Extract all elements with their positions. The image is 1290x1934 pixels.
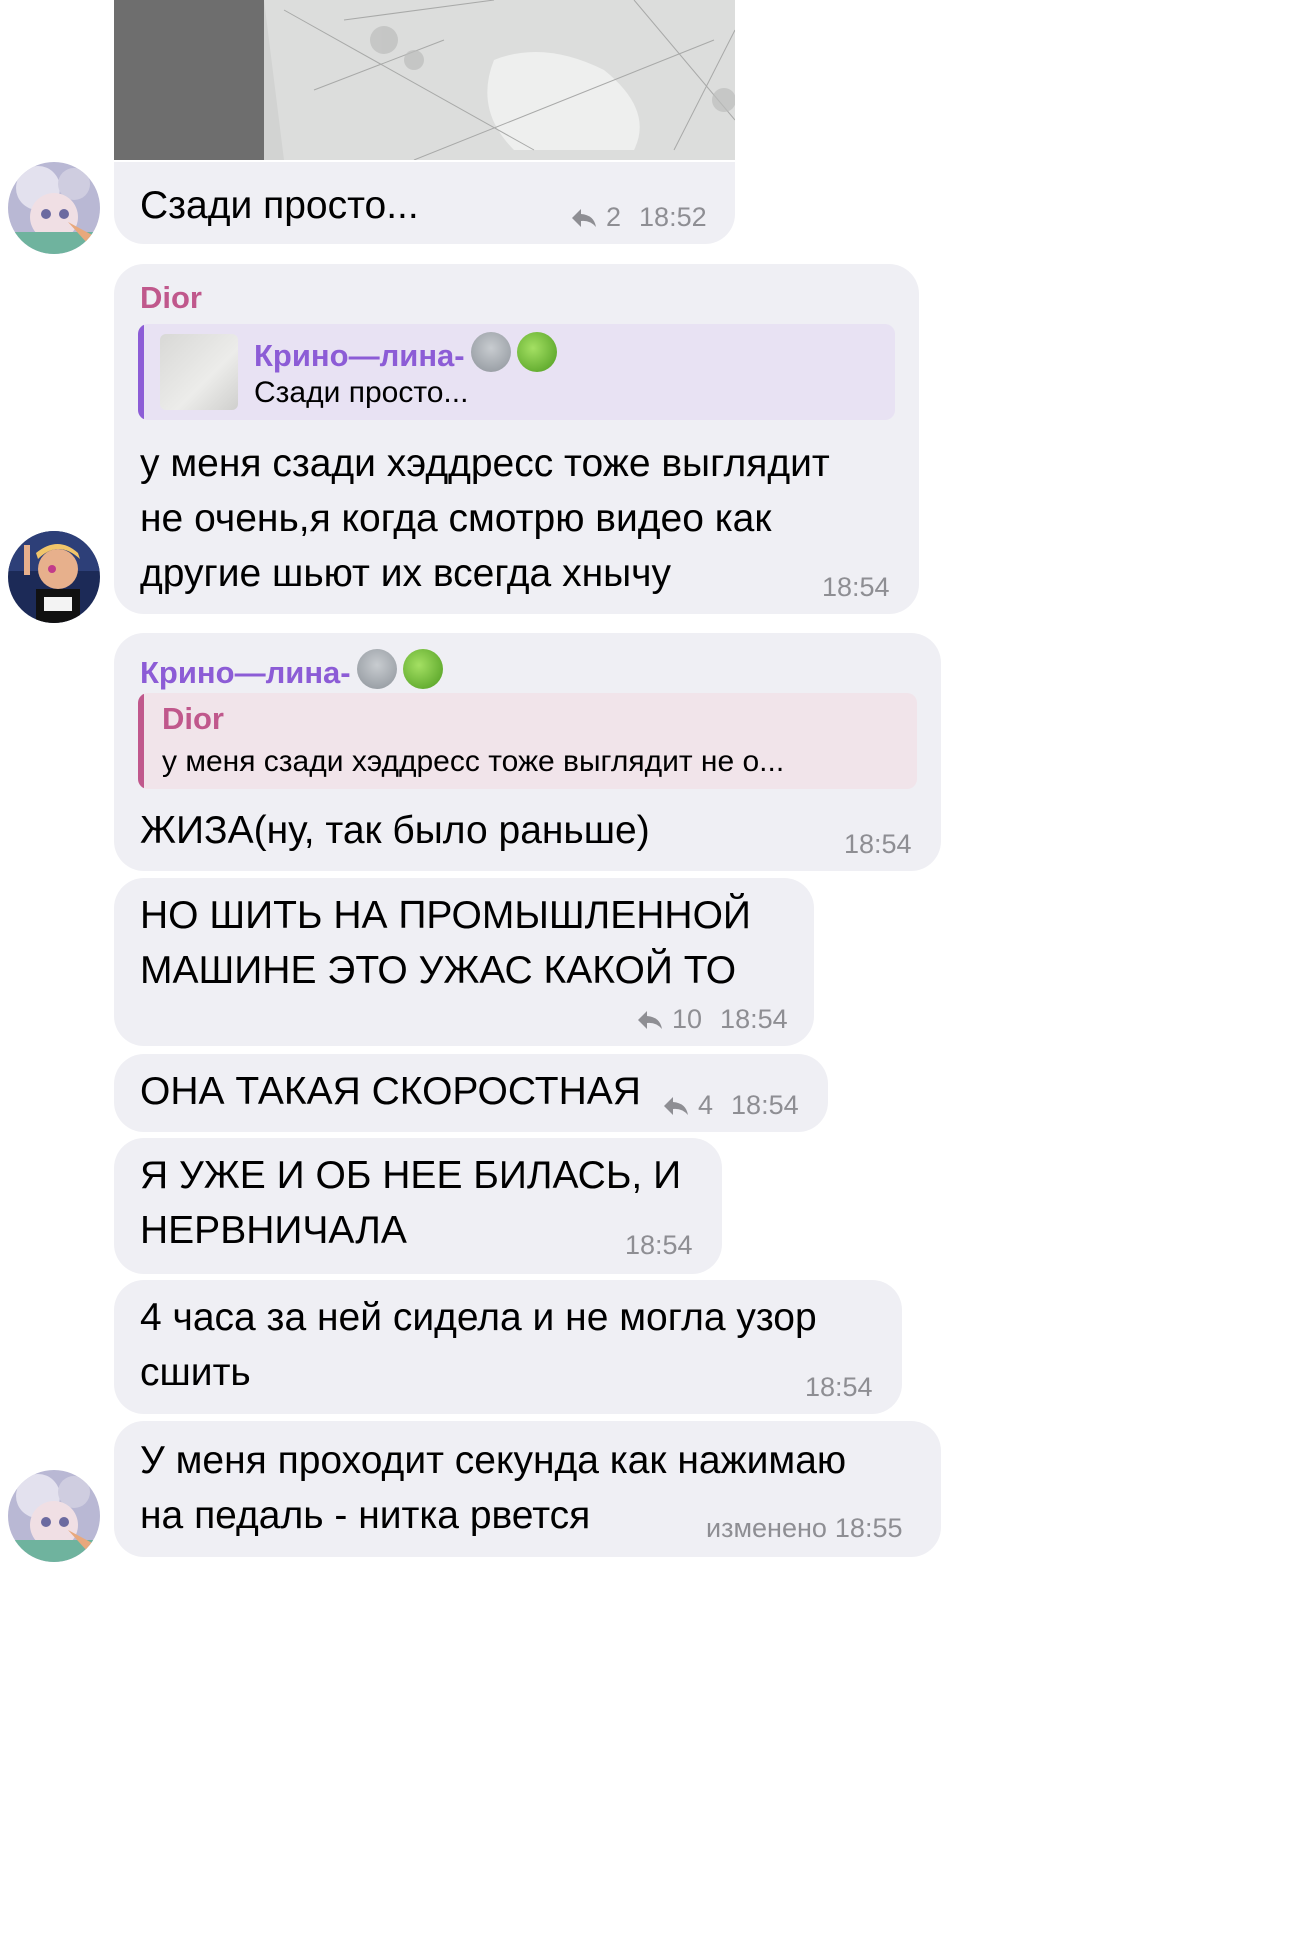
quote-sender: Dior — [162, 701, 224, 736]
quote-bar — [138, 693, 144, 789]
message-text-line: на педаль - нитка рвется — [140, 1494, 591, 1537]
reply-arrow-icon — [664, 1096, 688, 1115]
message-text-line: не очень,я когда смотрю видео как — [140, 497, 772, 540]
message-bubble[interactable]: Dior Крино—лина- Сзади просто... у меня … — [114, 264, 919, 614]
avatar-anime-girl[interactable] — [8, 162, 100, 254]
message-bubble[interactable]: НО ШИТЬ НА ПРОМЫШЛЕННОЙ МАШИНЕ ЭТО УЖАС … — [114, 878, 814, 1046]
message-text-line: сшить — [140, 1351, 251, 1394]
quote-bar — [138, 324, 144, 420]
message-bubble[interactable]: ОНА ТАКАЯ СКОРОСТНАЯ 4 18:54 — [114, 1054, 828, 1132]
reply-count[interactable]: 2 — [606, 202, 621, 233]
message-time: 18:52 — [639, 202, 707, 232]
quote-text: у меня сзади хэддресс тоже выглядит не о… — [162, 745, 785, 778]
sender-name[interactable]: Крино—лина- — [140, 649, 443, 691]
reply-count[interactable]: 10 — [672, 1004, 702, 1035]
reply-arrow-icon — [638, 1010, 662, 1029]
message-time: 18:54 — [822, 572, 890, 602]
photo-attachment[interactable] — [114, 0, 735, 160]
message-text-line: НО ШИТЬ НА ПРОМЫШЛЕННОЙ — [140, 894, 751, 937]
message-text-line: другие шьют их всегда хнычу — [140, 552, 671, 595]
message-bubble[interactable]: У меня проходит секунда как нажимаю на п… — [114, 1421, 941, 1557]
alien-emoji-icon — [356, 649, 397, 689]
quote-thumbnail — [160, 334, 238, 410]
avatar-dior[interactable] — [8, 531, 100, 623]
message-meta: 18:54 — [625, 1230, 693, 1261]
reply-quote[interactable]: Крино—лина- Сзади просто... — [138, 324, 895, 420]
message-text-line: Я УЖЕ И ОБ НЕЕ БИЛАСЬ, И — [140, 1154, 682, 1197]
green-apple-emoji-icon — [402, 649, 443, 689]
message-time: 18:54 — [844, 829, 912, 859]
message-time: 18:54 — [805, 1372, 873, 1402]
message-text-line: 4 часа за ней сидела и не могла узор — [140, 1296, 817, 1339]
green-apple-emoji-icon — [516, 332, 557, 372]
edited-label: изменено — [706, 1513, 827, 1543]
alien-emoji-icon — [470, 332, 511, 372]
message-meta: 18:54 — [822, 572, 890, 603]
sender-name[interactable]: Dior — [140, 280, 202, 316]
quote-text: Сзади просто... — [254, 376, 469, 409]
message-time: 18:54 — [720, 1004, 788, 1034]
message-text-line: НЕРВНИЧАЛА — [140, 1209, 407, 1252]
message-time: 18:54 — [625, 1230, 693, 1260]
message-meta: 4 18:54 — [662, 1090, 799, 1121]
message-text: ОНА ТАКАЯ СКОРОСТНАЯ — [140, 1070, 641, 1113]
avatar-anime-girl[interactable] — [8, 1470, 100, 1562]
message-meta: 18:54 — [844, 829, 912, 860]
reply-quote[interactable]: Dior у меня сзади хэддресс тоже выглядит… — [138, 693, 917, 789]
message-text-line: У меня проходит секунда как нажимаю — [140, 1439, 847, 1482]
message-meta: 10 18:54 — [636, 1004, 788, 1035]
message-text-line: у меня сзади хэддресс тоже выглядит — [140, 442, 830, 485]
message-text: ЖИЗА(ну, так было раньше) — [140, 809, 650, 852]
reply-count[interactable]: 4 — [698, 1090, 713, 1121]
message-bubble[interactable]: Крино—лина- Dior у меня сзади хэддресс т… — [114, 633, 941, 871]
message-bubble[interactable]: 4 часа за ней сидела и не могла узор сши… — [114, 1280, 902, 1414]
photo-image — [114, 0, 735, 160]
message-bubble[interactable]: Я УЖЕ И ОБ НЕЕ БИЛАСЬ, И НЕРВНИЧАЛА 18:5… — [114, 1138, 722, 1274]
message-meta: изменено 18:55 — [706, 1513, 902, 1544]
message-time: 18:54 — [731, 1090, 799, 1120]
message-meta: 2 18:52 — [570, 202, 707, 233]
message-meta: 18:54 — [805, 1372, 873, 1403]
message-text: Сзади просто... — [140, 184, 419, 227]
reply-arrow-icon — [572, 208, 596, 227]
message-time: 18:55 — [834, 1513, 903, 1543]
quote-sender: Крино—лина- — [254, 332, 557, 374]
message-bubble[interactable]: Сзади просто... 2 18:52 — [114, 162, 735, 244]
message-text-line: МАШИНЕ ЭТО УЖАС КАКОЙ ТО — [140, 949, 737, 992]
